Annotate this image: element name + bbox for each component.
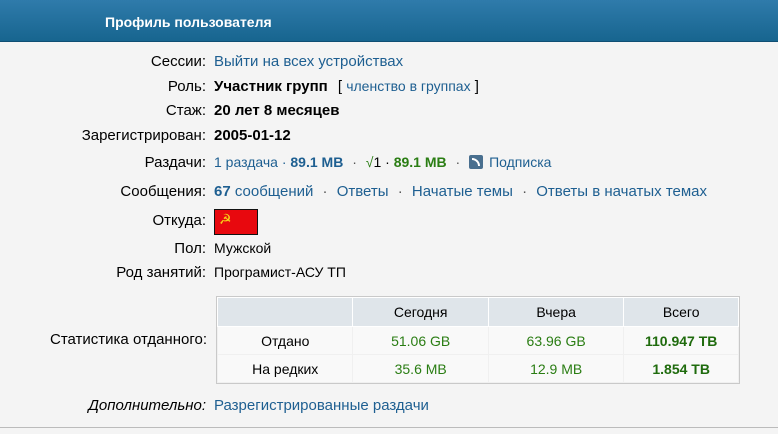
tenure-label: Стаж: (165, 102, 206, 119)
ussr-flag-icon: ☭ (214, 209, 258, 235)
dot-separator: · (455, 154, 461, 170)
upload-stats-table: Сегодня Вчера Всего Отдано 51.06 GB 63.9… (216, 296, 740, 384)
stats-label: Статистика отданного: (50, 331, 207, 348)
dot-separator: · (322, 183, 328, 200)
stats-yesterday: 63.96 GB (487, 326, 625, 355)
stats-total: 110.947 TB (623, 326, 739, 355)
messages-link[interactable]: сообщений (235, 183, 314, 200)
stats-header-row: Сегодня Вчера Всего (216, 297, 739, 327)
releases-count-link[interactable]: 1 раздача (214, 154, 278, 170)
occupation-label: Род занятий: (116, 264, 206, 281)
dot-separator: · (385, 154, 390, 170)
dot-separator: · (352, 154, 357, 170)
role-row: Роль: Участник групп [ членство в группа… (0, 78, 778, 100)
releases-row: Раздачи: 1 раздача · 89.1 MB · √1 · 89.1… (0, 154, 778, 176)
replies-in-started-topics-link[interactable]: Ответы в начатых темах (536, 183, 707, 200)
from-row: Откуда: ☭ (0, 209, 778, 235)
gender-row: Пол: Мужской (0, 240, 778, 262)
registered-label: Зарегистрирован: (81, 127, 206, 144)
additional-label: Дополнительно: (88, 397, 206, 414)
stats-header-empty (216, 297, 354, 327)
stats-header-total: Всего (623, 297, 739, 327)
stats-today: 35.6 MB (352, 354, 489, 383)
checked-count: 1 (373, 154, 382, 170)
gender-label: Пол: (174, 240, 206, 257)
bottom-divider (0, 427, 778, 428)
registered-value: 2005-01-12 (214, 127, 291, 144)
bracket-open: [ (337, 78, 343, 95)
messages-row: Сообщения: 67 сообщений · Ответы · Начат… (0, 183, 778, 205)
sessions-label: Сессии: (150, 53, 206, 70)
dot-separator: · (281, 154, 287, 170)
occupation-row: Род занятий: Програмист-АСУ ТП (0, 264, 778, 286)
tenure-value: 20 лет 8 месяцев (214, 102, 340, 119)
role-label: Роль: (167, 78, 206, 95)
started-topics-link[interactable]: Начатые темы (412, 183, 513, 200)
releases-size: 89.1 MB (290, 154, 344, 170)
replies-link[interactable]: Ответы (337, 183, 389, 200)
stats-header-today: Сегодня (352, 297, 489, 327)
messages-label: Сообщения: (120, 183, 206, 200)
profile-header: Профиль пользователя (0, 0, 778, 42)
stats-row-label: Отдано (216, 326, 354, 355)
bracket-close: ] (474, 78, 479, 95)
occupation-value: Програмист-АСУ ТП (214, 264, 346, 280)
stats-header-yesterday: Вчера (487, 297, 625, 327)
logout-all-devices-link[interactable]: Выйти на всех устройствах (214, 53, 403, 70)
sessions-row: Сессии: Выйти на всех устройствах (0, 53, 778, 75)
from-label: Откуда: (152, 212, 206, 229)
profile-title: Профиль пользователя (105, 14, 272, 30)
stats-total: 1.854 TB (623, 354, 739, 383)
dot-separator: · (522, 183, 528, 200)
subscribe-link[interactable]: Подписка (489, 154, 551, 170)
stats-yesterday: 12.9 MB (487, 354, 625, 383)
stats-row-label: На редких (216, 354, 354, 383)
additional-row: Дополнительно: Разрегистрированные разда… (0, 397, 778, 419)
stats-today: 51.06 GB (352, 326, 489, 355)
role-value: Участник групп (214, 78, 328, 95)
table-row: На редких 35.6 MB 12.9 MB 1.854 TB (216, 354, 739, 383)
messages-count[interactable]: 67 (214, 183, 231, 200)
gender-value: Мужской (214, 240, 272, 256)
group-membership-link[interactable]: членство в группах (346, 78, 470, 94)
table-row: Отдано 51.06 GB 63.96 GB 110.947 TB (216, 326, 739, 355)
tenure-row: Стаж: 20 лет 8 месяцев (0, 102, 778, 124)
releases-label: Раздачи: (144, 154, 206, 171)
registered-row: Зарегистрирован: 2005-01-12 (0, 127, 778, 149)
checked-size: 89.1 MB (393, 154, 447, 170)
dot-separator: · (397, 183, 403, 200)
rss-icon[interactable] (469, 155, 484, 169)
hammer-sickle-icon: ☭ (219, 211, 232, 227)
unregistered-releases-link[interactable]: Разрегистрированные раздачи (214, 397, 429, 414)
